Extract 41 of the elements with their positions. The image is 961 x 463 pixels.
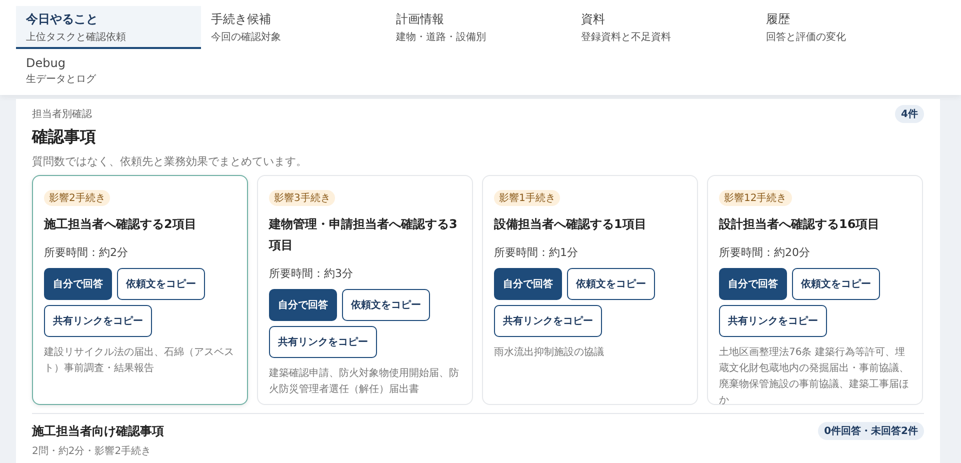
card-title: 設計担当者へ確認する16項目 <box>719 216 881 233</box>
impact-badge: 影響2手続き <box>44 190 110 206</box>
impact-badge: 影響3手続き <box>269 190 336 206</box>
nav-tab[interactable]: 今日やること 上位タスクと確認依頼 <box>16 6 201 49</box>
answer-button[interactable]: 自分で回答 <box>269 289 337 321</box>
answer-button[interactable]: 自分で回答 <box>719 268 787 300</box>
status-badge: 0件回答・未回答2件 <box>818 422 924 440</box>
copy-button[interactable]: 共有リンクをコピー <box>44 305 152 337</box>
procedure-list: 雨水流出抑制施設の協議 <box>494 345 686 361</box>
section-description: 質問数ではなく、依頼先と業務効果でまとめています。 <box>32 154 308 169</box>
copy-button[interactable]: 依頼文をコピー <box>117 268 205 300</box>
procedure-list: 建設リサイクル法の届出、石綿（アスベスト）事前調査・結果報告 <box>44 345 236 377</box>
time-estimate: 所要時間：約1分 <box>494 245 579 260</box>
copy-button[interactable]: 依頼文をコピー <box>567 268 655 300</box>
copy-button[interactable]: 依頼文をコピー <box>792 268 880 300</box>
section-eyebrow: 担当者別確認 <box>32 108 92 121</box>
impact-badge: 影響12手続き <box>719 190 792 206</box>
copy-button[interactable]: 共有リンクをコピー <box>494 305 602 337</box>
answer-button[interactable]: 自分で回答 <box>44 268 112 300</box>
section-summary: 2問・約2分・影響2手続き <box>32 444 152 458</box>
time-estimate: 所要時間：約2分 <box>44 245 129 260</box>
copy-button[interactable]: 依頼文をコピー <box>342 289 430 321</box>
copy-button[interactable]: 共有リンクをコピー <box>719 305 827 337</box>
section-title: 確認事項 <box>32 127 97 148</box>
impact-badge: 影響1手続き <box>494 190 560 206</box>
card-title: 建物管理・申請担当者へ確認する3項目 <box>269 216 458 254</box>
section-title: 施工担当者向け確認事項 <box>32 422 164 440</box>
card-title: 設備担当者へ確認する1項目 <box>494 216 648 233</box>
time-estimate: 所要時間：約20分 <box>719 245 811 260</box>
time-estimate: 所要時間：約3分 <box>269 266 354 281</box>
count-badge: 4件 <box>895 105 924 123</box>
nav-tab[interactable]: Debug 生データとログ <box>16 51 201 91</box>
procedure-list: 建築確認申請、防火対象物使用開始届、防火防災管理者選任（解任）届出書 <box>269 366 461 398</box>
copy-button[interactable]: 共有リンクをコピー <box>269 326 377 358</box>
answer-button[interactable]: 自分で回答 <box>494 268 562 300</box>
card-title: 施工担当者へ確認する2項目 <box>44 216 198 233</box>
nav-tab[interactable]: 手続き候補 今回の確認対象 <box>201 6 386 49</box>
nav-tab[interactable]: 計画情報 建物・道路・設備別 <box>386 6 571 49</box>
nav-tab[interactable]: 履歴 回答と評価の変化 <box>756 6 941 49</box>
procedure-list: 土地区画整理法76条 建築行為等許可、埋蔵文化財包蔵地内の発掘届出・事前協議、廃棄物保管施設の事前協議、建築工事届ほか <box>719 345 911 409</box>
nav-tab[interactable]: 資料 登録資料と不足資料 <box>571 6 756 49</box>
